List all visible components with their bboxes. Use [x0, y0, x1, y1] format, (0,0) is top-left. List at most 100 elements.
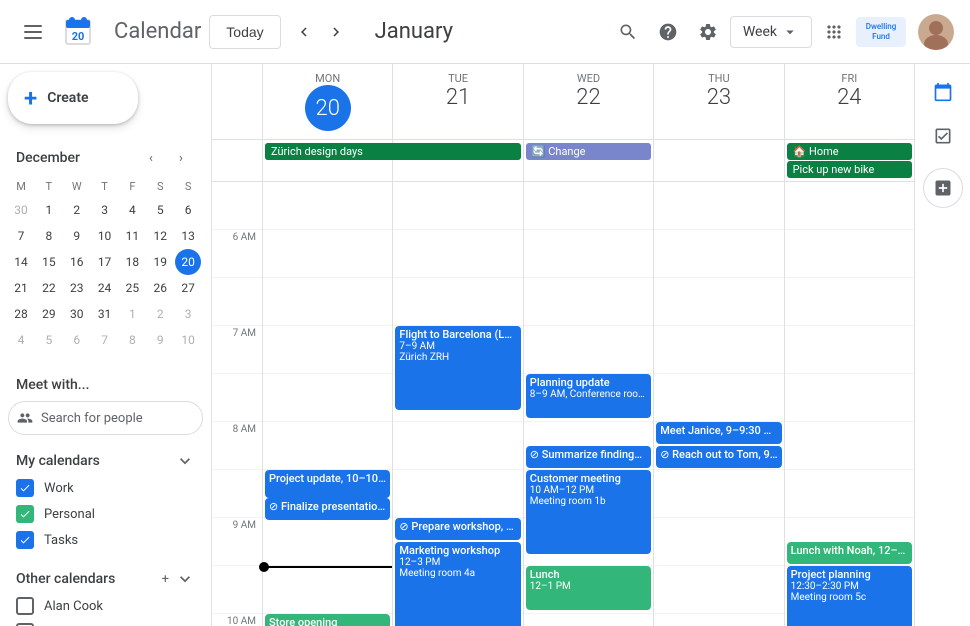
help-button[interactable]	[650, 14, 686, 50]
mini-day[interactable]: 18	[119, 249, 145, 275]
mini-day[interactable]: 17	[92, 249, 118, 275]
event-project-update[interactable]: Project update, 10–10:30 A	[265, 470, 390, 498]
mini-day[interactable]: 22	[36, 275, 62, 301]
mini-day[interactable]: 2	[147, 301, 173, 327]
event-finalize[interactable]: ⊘ Finalize presentation, 10	[265, 498, 390, 520]
mini-day[interactable]: 23	[64, 275, 90, 301]
mini-day[interactable]: 8	[36, 223, 62, 249]
event-project-planning[interactable]: Project planning 12:30–2:30 PM Meeting r…	[787, 566, 912, 626]
mini-day[interactable]: 26	[147, 275, 173, 301]
mini-day[interactable]: 1	[36, 197, 62, 223]
today-button[interactable]: Today	[209, 15, 280, 49]
day-header-wed[interactable]: WED 22	[523, 64, 653, 139]
mini-day[interactable]: 19	[147, 249, 173, 275]
event-planning-update[interactable]: Planning update 8–9 AM, Conference room …	[526, 374, 651, 418]
week-selector[interactable]: Week	[730, 16, 812, 48]
mini-day-today[interactable]: 20	[175, 249, 201, 275]
day-header-thu[interactable]: THU 23	[653, 64, 783, 139]
mini-day[interactable]: 1	[119, 301, 145, 327]
cal-item-alan-cook[interactable]: Alan Cook	[8, 593, 203, 619]
event-meet-janice[interactable]: Meet Janice, 9–9:30 AM	[656, 422, 781, 444]
allday-wed[interactable]: 🔄 Change	[523, 140, 653, 181]
mini-day[interactable]: 25	[119, 275, 145, 301]
event-flight[interactable]: Flight to Barcelona (LX 195 7–9 AM Züric…	[395, 326, 520, 410]
day-col-thu[interactable]: Meet Janice, 9–9:30 AM ⊘ Reach out to To…	[653, 182, 783, 626]
search-button[interactable]	[610, 14, 646, 50]
mini-day[interactable]: 8	[119, 327, 145, 353]
mini-day[interactable]: 15	[36, 249, 62, 275]
mini-day[interactable]: 10	[92, 223, 118, 249]
event-store-opening[interactable]: Store opening 2–3 PM	[265, 614, 390, 626]
event-customer-meeting[interactable]: Customer meeting 10 AM–12 PM Meeting roo…	[526, 470, 651, 554]
allday-event-bike[interactable]: Pick up new bike	[787, 161, 912, 178]
allday-thu[interactable]	[653, 140, 783, 181]
my-calendars-header[interactable]: My calendars	[8, 447, 203, 475]
event-prepare-workshop[interactable]: ⊘ Prepare workshop, 11 AM	[395, 518, 520, 540]
mini-day[interactable]: 4	[8, 327, 34, 353]
settings-button[interactable]	[690, 14, 726, 50]
event-reach-out-tom[interactable]: ⊘ Reach out to Tom, 9:30 A	[656, 446, 781, 468]
mini-day[interactable]: 12	[147, 223, 173, 249]
mini-day[interactable]: 30	[8, 197, 34, 223]
event-lunch-noah[interactable]: Lunch with Noah, 12–12:30	[787, 542, 912, 564]
mini-day[interactable]: 21	[8, 275, 34, 301]
mini-day[interactable]: 6	[64, 327, 90, 353]
allday-fri[interactable]: 🏠 Home Pick up new bike	[784, 140, 914, 181]
cal-item-helen-chang[interactable]: Helen Chang	[8, 619, 203, 626]
day-header-tue[interactable]: TUE 21	[392, 64, 522, 139]
add-other-calendar[interactable]: +	[160, 570, 171, 589]
mini-day[interactable]: 3	[175, 301, 201, 327]
day-num-mon: 20	[305, 85, 351, 131]
mini-day[interactable]: 28	[8, 301, 34, 327]
allday-event-zurich[interactable]: Zürich design days	[265, 143, 520, 160]
event-marketing-workshop[interactable]: Marketing workshop 12–3 PM Meeting room …	[395, 542, 520, 626]
mini-day[interactable]: 29	[36, 301, 62, 327]
next-button[interactable]	[321, 17, 351, 47]
allday-event-home-fri[interactable]: 🏠 Home	[787, 143, 912, 160]
mini-day[interactable]: 3	[92, 197, 118, 223]
mini-day[interactable]: 27	[175, 275, 201, 301]
event-summarize[interactable]: ⊘ Summarize findings, 9:30	[526, 446, 651, 468]
menu-button[interactable]	[16, 15, 50, 49]
mini-day[interactable]: 10	[175, 327, 201, 353]
mini-day[interactable]: 5	[147, 197, 173, 223]
mini-day[interactable]: 9	[147, 327, 173, 353]
allday-mon[interactable]: 🏠 Home Zürich design days	[262, 140, 392, 181]
mini-day[interactable]: 7	[92, 327, 118, 353]
side-icon-tasks[interactable]	[923, 116, 963, 156]
side-add-button[interactable]	[923, 168, 963, 208]
mini-day[interactable]: 14	[8, 249, 34, 275]
mini-day[interactable]: 31	[92, 301, 118, 327]
mini-day[interactable]: 5	[36, 327, 62, 353]
day-col-wed[interactable]: Planning update 8–9 AM, Conference room …	[523, 182, 653, 626]
prev-button[interactable]	[289, 17, 319, 47]
apps-button[interactable]	[816, 14, 852, 50]
mini-day[interactable]: 13	[175, 223, 201, 249]
mini-day[interactable]: 6	[175, 197, 201, 223]
day-header-mon[interactable]: MON 20	[262, 64, 392, 139]
mini-cal-prev[interactable]: ‹	[137, 144, 165, 172]
other-calendars-header[interactable]: Other calendars +	[8, 565, 203, 593]
day-col-tue[interactable]: Flight to Barcelona (LX 195 7–9 AM Züric…	[392, 182, 522, 626]
mini-day[interactable]: 30	[64, 301, 90, 327]
cal-item-tasks[interactable]: Tasks	[8, 527, 203, 553]
cal-item-work[interactable]: Work	[8, 475, 203, 501]
day-col-mon[interactable]: Project update, 10–10:30 A ⊘ Finalize pr…	[262, 182, 392, 626]
mini-day[interactable]: 2	[64, 197, 90, 223]
mini-cal-next[interactable]: ›	[167, 144, 195, 172]
create-button[interactable]: + Create	[8, 72, 138, 124]
search-people-input[interactable]: Search for people	[8, 401, 203, 435]
day-header-fri[interactable]: FRI 24	[784, 64, 914, 139]
cal-item-personal[interactable]: Personal	[8, 501, 203, 527]
mini-day[interactable]: 11	[119, 223, 145, 249]
mini-day[interactable]: 4	[119, 197, 145, 223]
allday-event-change[interactable]: 🔄 Change	[526, 143, 651, 160]
event-lunch[interactable]: Lunch 12–1 PM	[526, 566, 651, 610]
mini-day[interactable]: 24	[92, 275, 118, 301]
mini-day[interactable]: 9	[64, 223, 90, 249]
mini-day[interactable]: 16	[64, 249, 90, 275]
side-icon-calendar[interactable]	[923, 72, 963, 112]
avatar[interactable]	[918, 14, 954, 50]
mini-day[interactable]: 7	[8, 223, 34, 249]
day-col-fri[interactable]: Lunch with Noah, 12–12:30 Project planni…	[784, 182, 914, 626]
